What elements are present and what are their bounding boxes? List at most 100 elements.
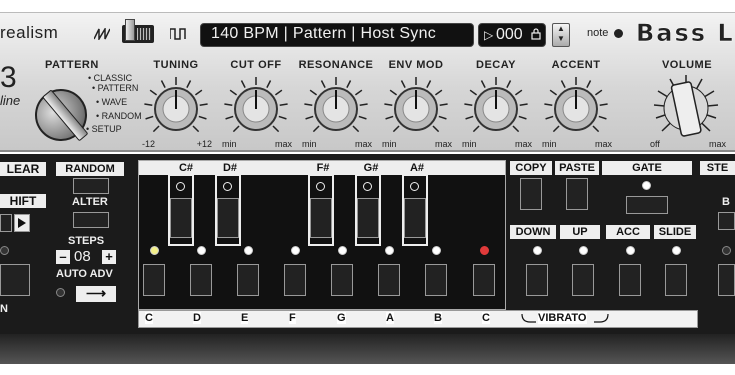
up-label: UP	[560, 225, 600, 239]
step-led-d	[197, 246, 206, 255]
knob-min-label: -12	[142, 139, 156, 149]
clear-button[interactable]: LEAR	[0, 162, 46, 176]
brand-label: realism	[0, 23, 59, 42]
cutoff-knob-group: CUT OFF min max	[216, 59, 296, 159]
accent-knob[interactable]	[538, 73, 614, 143]
alter-button[interactable]	[73, 212, 109, 228]
step-led-high-c	[480, 246, 489, 255]
knob-min-label: min	[302, 139, 317, 149]
knob-min-label: min	[542, 139, 557, 149]
preset-display[interactable]: ▷ 000	[478, 23, 546, 47]
gate-button[interactable]	[626, 196, 668, 214]
copy-button[interactable]	[520, 178, 542, 210]
env-mod-knob[interactable]	[378, 73, 454, 143]
env-mod-knob-group: ENV MOD min max	[376, 59, 456, 159]
volume-knob[interactable]	[646, 73, 726, 143]
knob-title: VOLUME	[661, 59, 713, 71]
auto-adv-led	[56, 288, 65, 297]
steps-decrement-button[interactable]: –	[56, 250, 70, 264]
key-c[interactable]	[143, 264, 165, 296]
key-d-sharp[interactable]	[215, 174, 241, 246]
tuning-knob-group: TUNING -12 +12	[136, 59, 216, 159]
steps-increment-button[interactable]: +	[102, 250, 116, 264]
accent-button[interactable]	[619, 264, 641, 296]
knob-title: ACCENT	[551, 59, 601, 71]
lcd-display: 140 BPM | Pattern | Host Sync	[200, 23, 474, 47]
paste-button[interactable]	[566, 178, 588, 210]
down-led	[533, 246, 542, 255]
paste-label: PASTE	[555, 161, 599, 175]
knob-title: RESONANCE	[298, 59, 374, 71]
key-high-c[interactable]	[473, 264, 495, 296]
waveform-toggle-switch[interactable]	[122, 19, 154, 43]
knob-max-label: max	[594, 139, 612, 149]
mode-button[interactable]	[0, 264, 30, 296]
b-button[interactable]	[718, 212, 735, 230]
vibrato-label: VIBRATO	[538, 312, 587, 324]
accent-label: ACC	[606, 225, 650, 239]
key-e[interactable]	[237, 264, 259, 296]
step-left-button[interactable]	[0, 214, 12, 232]
pattern-option-random: • RANDOM	[96, 111, 142, 121]
step-label: STE	[700, 161, 735, 175]
key-d[interactable]	[190, 264, 212, 296]
up-led	[579, 246, 588, 255]
auto-adv-button[interactable]: ⟶	[76, 286, 116, 302]
control-panel: realism 140 BPM | Pattern | Host Sync ▷ …	[0, 12, 735, 152]
down-button[interactable]	[526, 264, 548, 296]
n-label: N	[0, 303, 8, 315]
key-c-sharp[interactable]	[168, 174, 194, 246]
volume-knob-group: VOLUME off max	[644, 59, 730, 159]
decay-knob[interactable]	[458, 73, 534, 143]
step-led-e	[244, 246, 253, 255]
line-label: line	[0, 93, 21, 108]
knob-max-label: max	[434, 139, 452, 149]
shift-button[interactable]: HIFT	[0, 194, 46, 208]
note-label-strip	[138, 310, 698, 328]
right-arrow-icon	[18, 218, 26, 228]
model-title: Bass L	[636, 19, 735, 48]
step-led-c	[150, 246, 159, 255]
black-key-label: D#	[222, 162, 238, 174]
note-label-c: C	[145, 312, 153, 324]
mode-led	[0, 246, 9, 255]
sawtooth-wave-icon	[94, 28, 110, 40]
tuning-knob[interactable]	[138, 73, 214, 143]
black-key-label: F#	[316, 162, 330, 174]
key-f-sharp[interactable]	[308, 174, 334, 246]
pattern-option-wave: • WAVE	[96, 97, 128, 107]
knob-min-label: off	[650, 139, 660, 149]
knob-max-label: max	[354, 139, 372, 149]
note-label: note	[587, 27, 609, 39]
knob-title: CUT OFF	[230, 59, 282, 71]
pattern-option-classic: • CLASSIC	[88, 73, 133, 83]
slide-led	[672, 246, 681, 255]
key-g[interactable]	[331, 264, 353, 296]
cutoff-knob[interactable]	[218, 73, 294, 143]
note-indicator	[614, 29, 623, 38]
gate-led	[642, 181, 651, 190]
resonance-knob[interactable]	[298, 73, 374, 143]
random-label: RANDOM	[56, 162, 124, 176]
key-g-sharp[interactable]	[355, 174, 381, 246]
square-wave-icon	[170, 28, 186, 40]
gate-label: GATE	[602, 161, 692, 175]
knob-min-label: min	[222, 139, 237, 149]
knob-min-label: min	[382, 139, 397, 149]
decay-knob-group: DECAY min max	[456, 59, 536, 159]
up-button[interactable]	[572, 264, 594, 296]
note-label-d: D	[193, 312, 201, 324]
random-button[interactable]	[73, 178, 109, 194]
step-right-button[interactable]	[14, 214, 30, 232]
key-f[interactable]	[284, 264, 306, 296]
key-a[interactable]	[378, 264, 400, 296]
waveform-selector[interactable]	[94, 19, 188, 52]
pattern-option-pattern: • PATTERN	[92, 83, 139, 93]
preset-spinner[interactable]: ▲ ▼	[552, 23, 570, 47]
right-edge-button[interactable]	[718, 264, 735, 296]
key-b[interactable]	[425, 264, 447, 296]
slide-button[interactable]	[665, 264, 687, 296]
key-a-sharp[interactable]	[402, 174, 428, 246]
note-label-a: A	[386, 312, 394, 324]
pattern-mode-knob[interactable]	[24, 78, 98, 152]
